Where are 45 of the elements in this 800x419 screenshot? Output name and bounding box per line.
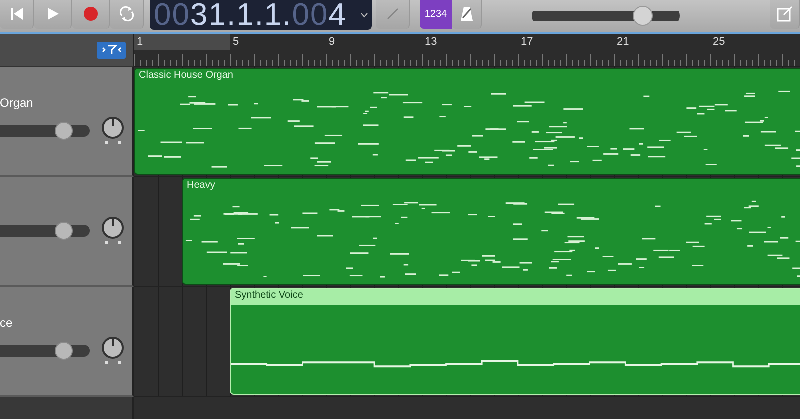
cycle-icon [118,6,134,22]
bar-number: 13 [425,36,438,48]
midi-region[interactable]: Synthetic Voice [230,288,800,395]
track-header[interactable]: Organ [0,67,134,177]
notepad-button[interactable] [770,0,800,29]
volume-slider[interactable] [0,225,90,237]
metronome-icon [460,6,474,22]
bar-number: 5 [233,36,240,48]
bar-number: 25 [713,36,726,48]
chevron-icon[interactable] [361,12,368,18]
midi-region[interactable]: Classic House Organ [134,68,800,175]
filter-button[interactable] [97,42,126,58]
midi-region[interactable]: Heavy [182,178,800,285]
bar-number: 1 [137,36,144,48]
volume-slider[interactable] [0,345,90,357]
record-button[interactable] [72,0,110,29]
rewind-button[interactable] [0,0,34,29]
position-readout: 0031.1.1.004 [153,0,348,30]
metronome-button[interactable] [452,0,482,29]
filter-icon [102,45,122,55]
volume-slider[interactable] [0,125,90,137]
track-header[interactable]: ce [0,287,134,397]
record-icon [84,7,98,21]
notepad-icon [776,6,792,22]
bar-number: 9 [329,36,336,48]
region-name: Classic House Organ [138,69,234,83]
bar-number: 21 [617,36,630,48]
rewind-icon [10,7,24,21]
slider-thumb[interactable] [632,6,653,26]
timeline-ruler[interactable]: 1 5 9 13 17 21 25 [134,34,800,67]
play-icon [46,7,60,21]
bar-number: 17 [521,36,534,48]
volume-thumb[interactable] [55,122,73,140]
pan-knob[interactable] [100,116,126,146]
play-button[interactable] [34,0,72,29]
volume-thumb[interactable] [55,222,73,240]
count-in-button[interactable]: 1234 [420,0,452,29]
pan-knob[interactable] [100,336,126,366]
track-name: Organ [0,96,34,110]
region-name: Synthetic Voice [231,289,800,305]
volume-thumb[interactable] [55,342,73,360]
track-name: ce [0,316,14,330]
cycle-button[interactable] [110,0,144,29]
pan-knob[interactable] [100,216,126,246]
region-name: Heavy [186,179,216,193]
